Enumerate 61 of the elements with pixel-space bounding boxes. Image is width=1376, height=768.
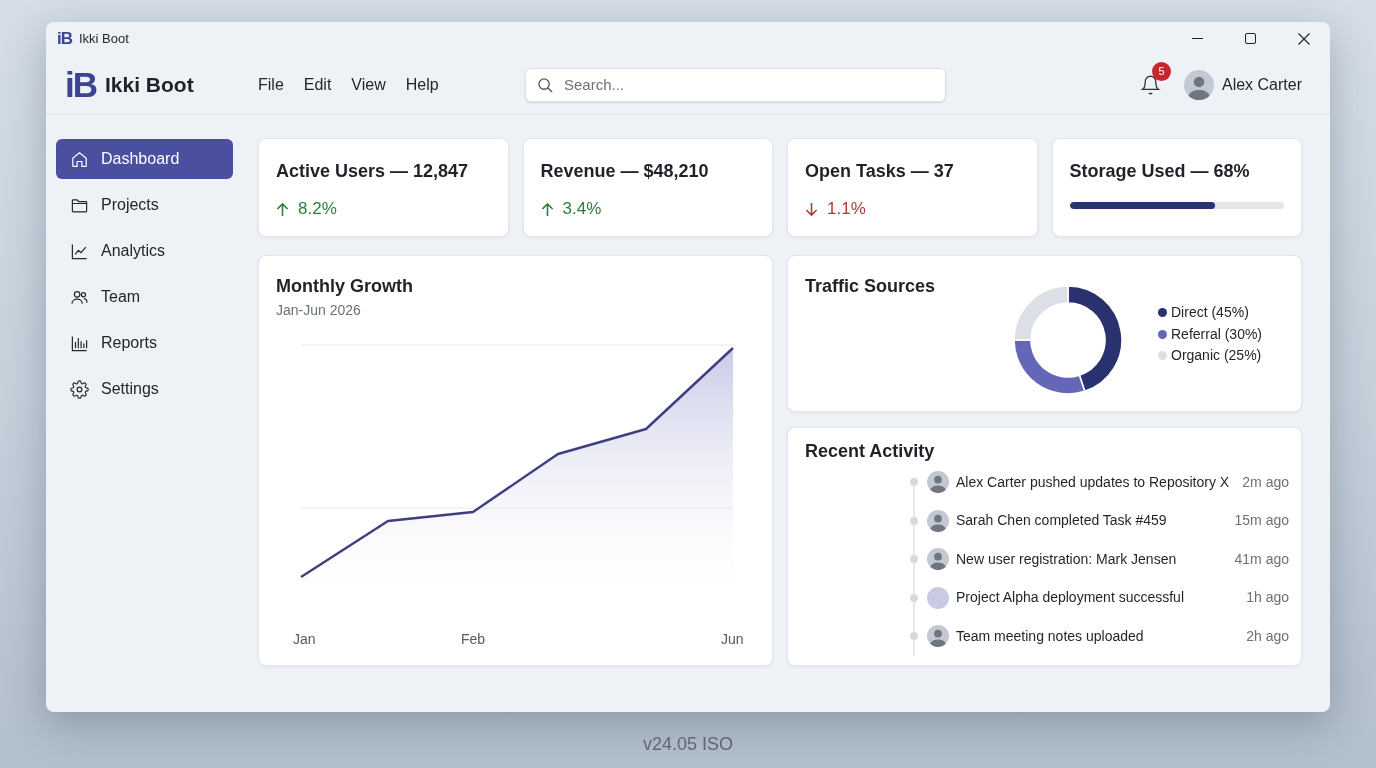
menu-item[interactable]: Edit — [303, 72, 332, 97]
axis-label: Jun — [721, 630, 744, 649]
activity-time: 1h ago — [1246, 588, 1289, 608]
activity-time: 2m ago — [1242, 472, 1289, 492]
settings-icon — [70, 379, 89, 399]
avatar-icon — [927, 625, 949, 648]
avatar-icon — [927, 548, 949, 571]
chart-title: Monthly Growth — [276, 275, 414, 298]
card-title: Recent Activity — [804, 440, 936, 463]
app-name: Ikki Boot — [105, 71, 194, 98]
activity-text: Team meeting notes uploaded — [956, 626, 1145, 646]
stat-change: 3.4% — [562, 198, 602, 220]
axis-label: Jan — [293, 630, 316, 649]
sidebar-item[interactable]: Settings — [56, 369, 233, 409]
sidebar-item[interactable]: Projects — [56, 185, 233, 225]
legend-label: Organic (25%) — [1171, 346, 1262, 366]
logo-mark: iB — [57, 30, 72, 47]
maximize-icon — [1245, 33, 1256, 44]
activity-time: 2h ago — [1246, 626, 1289, 646]
stat-change: 1.1% — [827, 198, 866, 220]
legend-label: Referral (30%) — [1171, 324, 1263, 344]
line-chart-icon — [70, 241, 89, 261]
minimize-icon — [1192, 38, 1203, 39]
avatar-icon — [927, 509, 949, 532]
notification-badge: 5 — [1151, 61, 1171, 81]
sidebar-item[interactable]: Team — [56, 277, 233, 317]
sidebar-item[interactable]: Analytics — [56, 231, 233, 271]
home-icon — [70, 149, 89, 169]
stat-title: Storage Used — 68% — [1069, 160, 1251, 183]
stat-title: Open Tasks — 37 — [805, 160, 955, 183]
notifications-button[interactable] — [1139, 73, 1162, 96]
stat-change: 8.2% — [298, 198, 337, 220]
sidebar-item[interactable]: Reports — [56, 323, 233, 363]
card-title: Traffic Sources — [805, 275, 937, 298]
chart-subtitle: Jan-Jun 2026 — [276, 301, 362, 320]
menu-item[interactable]: Help — [405, 72, 439, 97]
activity-text: Project Alpha deployment successful — [956, 588, 1185, 608]
stat-title: Active Users — 12,847 — [276, 160, 470, 183]
close-icon — [1297, 32, 1310, 45]
activity-text: New user registration: Mark Jensen — [956, 549, 1178, 569]
bell-icon — [1140, 73, 1162, 96]
search-field[interactable]: Search... — [525, 67, 946, 102]
search-icon — [538, 77, 553, 93]
avatar-icon — [927, 471, 949, 494]
avatar-placeholder-icon — [927, 586, 949, 609]
user-name: Alex Carter — [1221, 74, 1302, 95]
activity-text: Alex Carter pushed updates to Repository X — [956, 472, 1231, 492]
menu-item[interactable]: View — [351, 72, 386, 97]
user-avatar-icon — [1183, 69, 1214, 100]
version-label: v24.05 ISO — [642, 734, 734, 754]
activity-text: Sarah Chen completed Task #459 — [956, 511, 1168, 531]
logo-mark: iB — [65, 67, 96, 102]
activity-time: 41m ago — [1234, 549, 1289, 569]
legend-label: Direct (45%) — [1171, 303, 1249, 323]
menu-item[interactable]: File — [258, 72, 284, 97]
stat-title: Revenue — $48,210 — [540, 160, 710, 183]
sidebar-item[interactable]: Dashboard — [56, 139, 233, 179]
activity-time: 15m ago — [1234, 511, 1289, 531]
bar-chart-icon — [70, 333, 89, 353]
window-title: Ikki Boot — [79, 29, 129, 48]
axis-label: Feb — [461, 630, 486, 649]
